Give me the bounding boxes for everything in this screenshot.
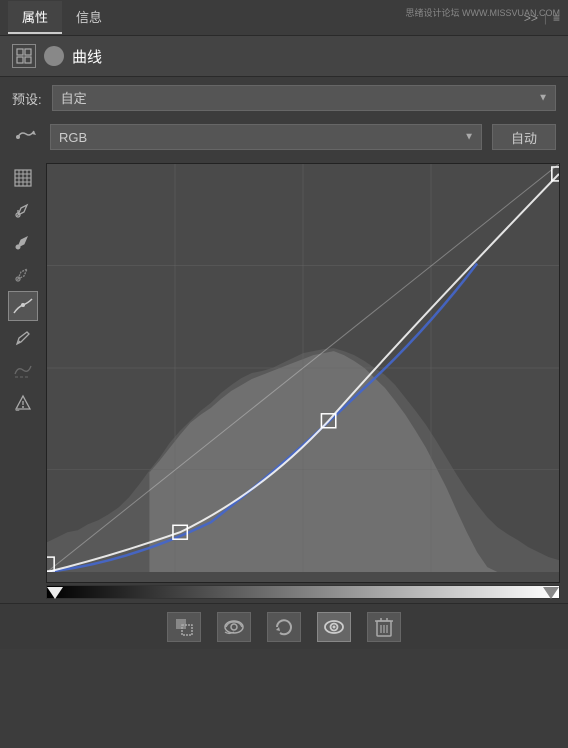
channel-select[interactable]: RGB [50,124,482,150]
grid-icon [12,44,36,68]
header-right: >> | ≡ [524,11,560,25]
channel-row: RGB ▼ 自动 [0,119,568,159]
preset-label: 预设: [12,89,42,108]
smooth-curve-tool [8,355,38,385]
input-gradient-bar[interactable] [46,585,560,599]
visibility-button[interactable] [317,612,351,642]
channel-adjust-icon[interactable] [12,123,40,151]
black-point-slider[interactable] [47,587,63,599]
select-subject-button[interactable] [167,612,201,642]
preset-row: 预设: 自定 ▼ [0,77,568,119]
section-title-text: 曲线 [72,46,102,67]
white-point-slider[interactable] [543,587,559,599]
tools-panel: ▲ [8,163,42,599]
curve-svg [47,164,559,582]
curve-graph[interactable] [46,163,560,583]
expand-icon[interactable]: >> [524,11,538,25]
clipping-warning-tool[interactable]: ▲ [8,387,38,417]
white-point-eyedropper[interactable] [8,163,38,193]
tab-properties[interactable]: 属性 [8,1,62,34]
delete-button[interactable] [367,612,401,642]
svg-text:▲: ▲ [14,406,21,413]
curve-adjust-tool[interactable] [8,291,38,321]
curve-area: ▲ [0,159,568,603]
tab-info[interactable]: 信息 [62,1,116,34]
eyedropper-highlight[interactable] [8,259,38,289]
pencil-draw-tool[interactable] [8,323,38,353]
curve-graph-wrapper [46,163,560,599]
header-tabs: 属性 信息 >> | ≡ [0,0,568,36]
bottom-toolbar [0,603,568,649]
input-slider-row [46,585,560,599]
reset-button[interactable] [267,612,301,642]
circle-icon [44,46,64,66]
eyedropper-midtone[interactable] [8,227,38,257]
channel-select-wrapper: RGB ▼ [50,124,482,150]
menu-icon[interactable]: ≡ [553,11,560,25]
preset-select-wrapper: 自定 ▼ [52,85,556,111]
auto-button[interactable]: 自动 [492,124,556,150]
preview-button[interactable] [217,612,251,642]
eyedropper-shadow[interactable] [8,195,38,225]
section-title-bar: 曲线 [0,36,568,77]
preset-select[interactable]: 自定 [52,85,556,111]
